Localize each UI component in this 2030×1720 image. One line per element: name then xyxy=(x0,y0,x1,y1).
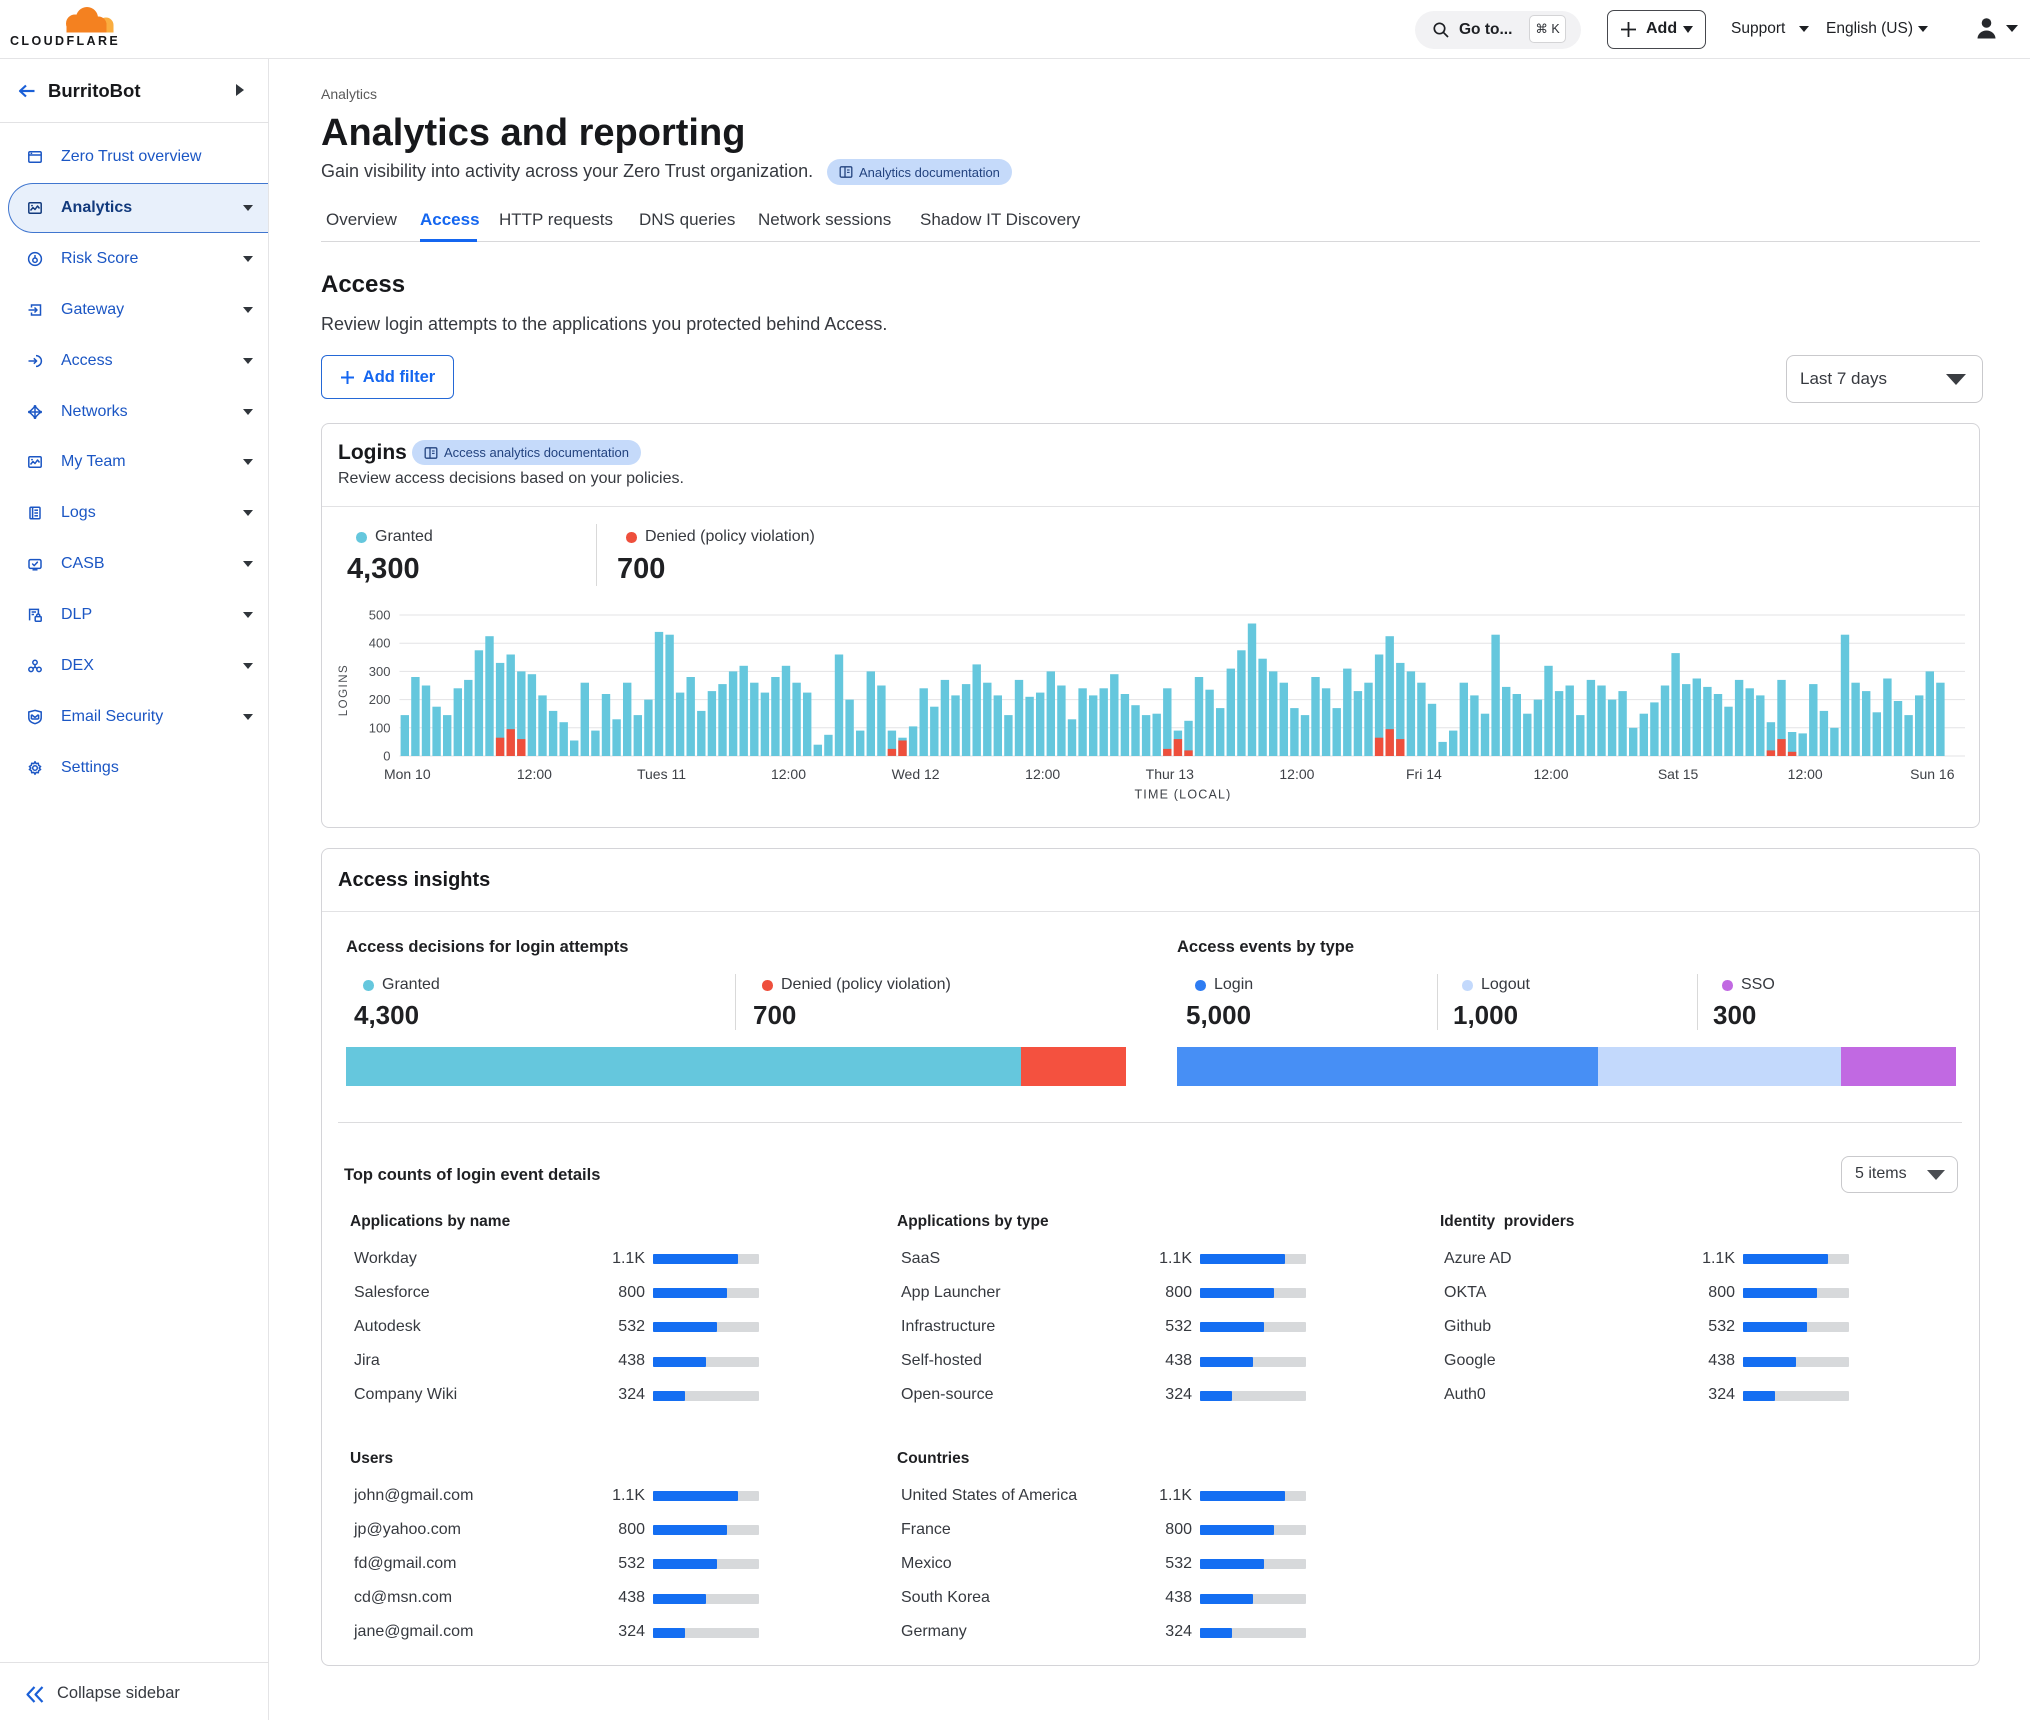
svg-text:12:00: 12:00 xyxy=(1788,766,1823,782)
svg-text:Sun 16: Sun 16 xyxy=(1910,766,1955,782)
svg-text:12:00: 12:00 xyxy=(1279,766,1314,782)
svg-text:Wed 12: Wed 12 xyxy=(892,766,940,782)
svg-text:500: 500 xyxy=(369,608,391,623)
svg-text:Mon 10: Mon 10 xyxy=(384,766,431,782)
svg-text:12:00: 12:00 xyxy=(1025,766,1060,782)
svg-text:400: 400 xyxy=(369,636,391,651)
svg-text:LOGINS: LOGINS xyxy=(338,664,350,716)
svg-text:0: 0 xyxy=(383,749,390,764)
svg-text:12:00: 12:00 xyxy=(771,766,806,782)
svg-text:12:00: 12:00 xyxy=(1533,766,1568,782)
svg-text:200: 200 xyxy=(369,692,391,707)
svg-text:Tues 11: Tues 11 xyxy=(637,766,686,782)
svg-text:100: 100 xyxy=(369,720,391,735)
svg-text:Thur 13: Thur 13 xyxy=(1146,766,1194,782)
svg-text:Sat 15: Sat 15 xyxy=(1658,766,1699,782)
svg-text:300: 300 xyxy=(369,664,391,679)
svg-text:Fri 14: Fri 14 xyxy=(1406,766,1442,782)
svg-text:12:00: 12:00 xyxy=(517,766,552,782)
svg-text:TIME (LOCAL): TIME (LOCAL) xyxy=(1134,788,1231,802)
